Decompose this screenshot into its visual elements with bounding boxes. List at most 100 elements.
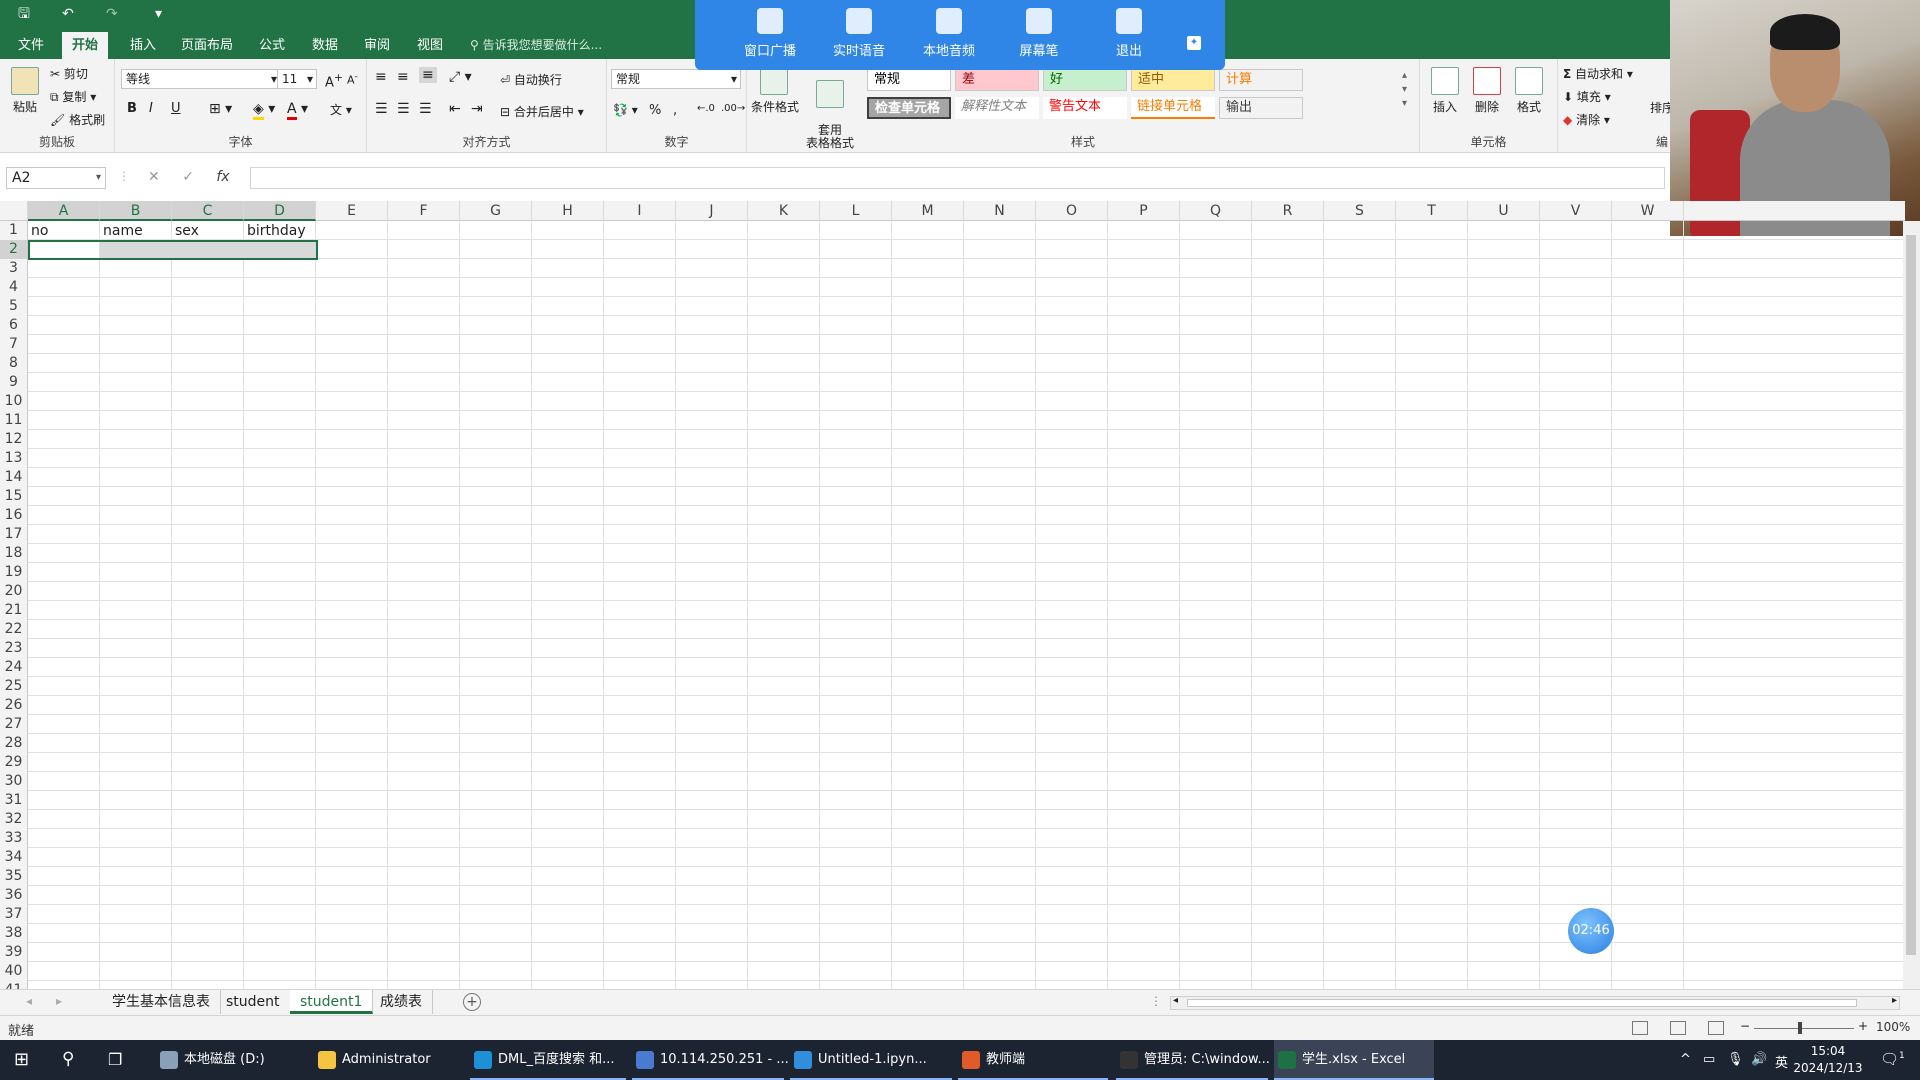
- cell-r24[interactable]: [1252, 658, 1324, 677]
- cell-w32[interactable]: [1612, 810, 1684, 829]
- row-header[interactable]: 36: [0, 886, 28, 905]
- cell-j31[interactable]: [676, 791, 748, 810]
- cell-i24[interactable]: [604, 658, 676, 677]
- cell-b29[interactable]: [100, 753, 172, 772]
- cell-t40[interactable]: [1396, 962, 1468, 981]
- cell-e23[interactable]: [316, 639, 388, 658]
- cell-s22[interactable]: [1324, 620, 1396, 639]
- cell-r12[interactable]: [1252, 430, 1324, 449]
- cell-h30[interactable]: [532, 772, 604, 791]
- cell-d30[interactable]: [244, 772, 316, 791]
- cell-u14[interactable]: [1468, 468, 1540, 487]
- cell-g8[interactable]: [460, 354, 532, 373]
- cell-e36[interactable]: [316, 886, 388, 905]
- cell-f3[interactable]: [388, 259, 460, 278]
- cell-k2[interactable]: [748, 240, 820, 259]
- cell-k35[interactable]: [748, 867, 820, 886]
- cell-o9[interactable]: [1036, 373, 1108, 392]
- cell-b3[interactable]: [100, 259, 172, 278]
- cell-q10[interactable]: [1180, 392, 1252, 411]
- cell-j28[interactable]: [676, 734, 748, 753]
- cell-o4[interactable]: [1036, 278, 1108, 297]
- sheet-tab-student1[interactable]: student1: [290, 990, 374, 1014]
- cell-g19[interactable]: [460, 563, 532, 582]
- cell-m40[interactable]: [892, 962, 964, 981]
- cell-w12[interactable]: [1612, 430, 1684, 449]
- cell-m4[interactable]: [892, 278, 964, 297]
- cell-w39[interactable]: [1612, 943, 1684, 962]
- cell-o7[interactable]: [1036, 335, 1108, 354]
- cell-e15[interactable]: [316, 487, 388, 506]
- cell-j35[interactable]: [676, 867, 748, 886]
- cell-c23[interactable]: [172, 639, 244, 658]
- cell-k29[interactable]: [748, 753, 820, 772]
- cell-l2[interactable]: [820, 240, 892, 259]
- cell-q21[interactable]: [1180, 601, 1252, 620]
- cell-b11[interactable]: [100, 411, 172, 430]
- cell-p15[interactable]: [1108, 487, 1180, 506]
- cell-o22[interactable]: [1036, 620, 1108, 639]
- cell-g41[interactable]: [460, 981, 532, 989]
- cell-n19[interactable]: [964, 563, 1036, 582]
- cell-e33[interactable]: [316, 829, 388, 848]
- row-header[interactable]: 16: [0, 506, 28, 525]
- cell-p41[interactable]: [1108, 981, 1180, 989]
- cell-f16[interactable]: [388, 506, 460, 525]
- cell-k11[interactable]: [748, 411, 820, 430]
- cell-style-1[interactable]: 差: [955, 69, 1039, 91]
- cell-r39[interactable]: [1252, 943, 1324, 962]
- cell-r14[interactable]: [1252, 468, 1324, 487]
- italic-button[interactable]: I: [149, 101, 153, 116]
- cell-f24[interactable]: [388, 658, 460, 677]
- sheet-tab-student[interactable]: student: [216, 990, 291, 1014]
- cell-w9[interactable]: [1612, 373, 1684, 392]
- row-header[interactable]: 11: [0, 411, 28, 430]
- cell-c18[interactable]: [172, 544, 244, 563]
- cell-i22[interactable]: [604, 620, 676, 639]
- cell-w3[interactable]: [1612, 259, 1684, 278]
- cell-b20[interactable]: [100, 582, 172, 601]
- cell-u8[interactable]: [1468, 354, 1540, 373]
- column-header-w[interactable]: W: [1612, 201, 1684, 221]
- cell-style-4[interactable]: 计算: [1219, 69, 1303, 91]
- cell-m35[interactable]: [892, 867, 964, 886]
- align-right-icon[interactable]: ☰: [419, 101, 432, 117]
- cell-m11[interactable]: [892, 411, 964, 430]
- cell-v33[interactable]: [1540, 829, 1612, 848]
- cell-r15[interactable]: [1252, 487, 1324, 506]
- cell-q34[interactable]: [1180, 848, 1252, 867]
- cell-d14[interactable]: [244, 468, 316, 487]
- cell-l24[interactable]: [820, 658, 892, 677]
- fill-color-icon[interactable]: ◈ ▾: [253, 101, 275, 120]
- cell-l23[interactable]: [820, 639, 892, 658]
- zoom-out-icon[interactable]: −: [1740, 1019, 1750, 1033]
- save-icon[interactable]: 🖫: [18, 4, 30, 24]
- cell-q31[interactable]: [1180, 791, 1252, 810]
- cell-o16[interactable]: [1036, 506, 1108, 525]
- cell-a38[interactable]: [28, 924, 100, 943]
- cell-r31[interactable]: [1252, 791, 1324, 810]
- cell-e27[interactable]: [316, 715, 388, 734]
- cell-p16[interactable]: [1108, 506, 1180, 525]
- cell-v21[interactable]: [1540, 601, 1612, 620]
- cell-f12[interactable]: [388, 430, 460, 449]
- cell-b37[interactable]: [100, 905, 172, 924]
- screen-pen-button[interactable]: 屏幕笔: [999, 8, 1079, 59]
- cell-q32[interactable]: [1180, 810, 1252, 829]
- cell-o31[interactable]: [1036, 791, 1108, 810]
- cell-r18[interactable]: [1252, 544, 1324, 563]
- cell-j34[interactable]: [676, 848, 748, 867]
- cell-r37[interactable]: [1252, 905, 1324, 924]
- cell-u34[interactable]: [1468, 848, 1540, 867]
- cell-g16[interactable]: [460, 506, 532, 525]
- cell-n10[interactable]: [964, 392, 1036, 411]
- local-audio-button[interactable]: 本地音频: [909, 8, 989, 59]
- cell-q2[interactable]: [1180, 240, 1252, 259]
- cell-b23[interactable]: [100, 639, 172, 658]
- cell-j13[interactable]: [676, 449, 748, 468]
- row-header[interactable]: 2: [0, 240, 28, 259]
- cell-n35[interactable]: [964, 867, 1036, 886]
- cell-c41[interactable]: [172, 981, 244, 989]
- cell-n14[interactable]: [964, 468, 1036, 487]
- cell-i11[interactable]: [604, 411, 676, 430]
